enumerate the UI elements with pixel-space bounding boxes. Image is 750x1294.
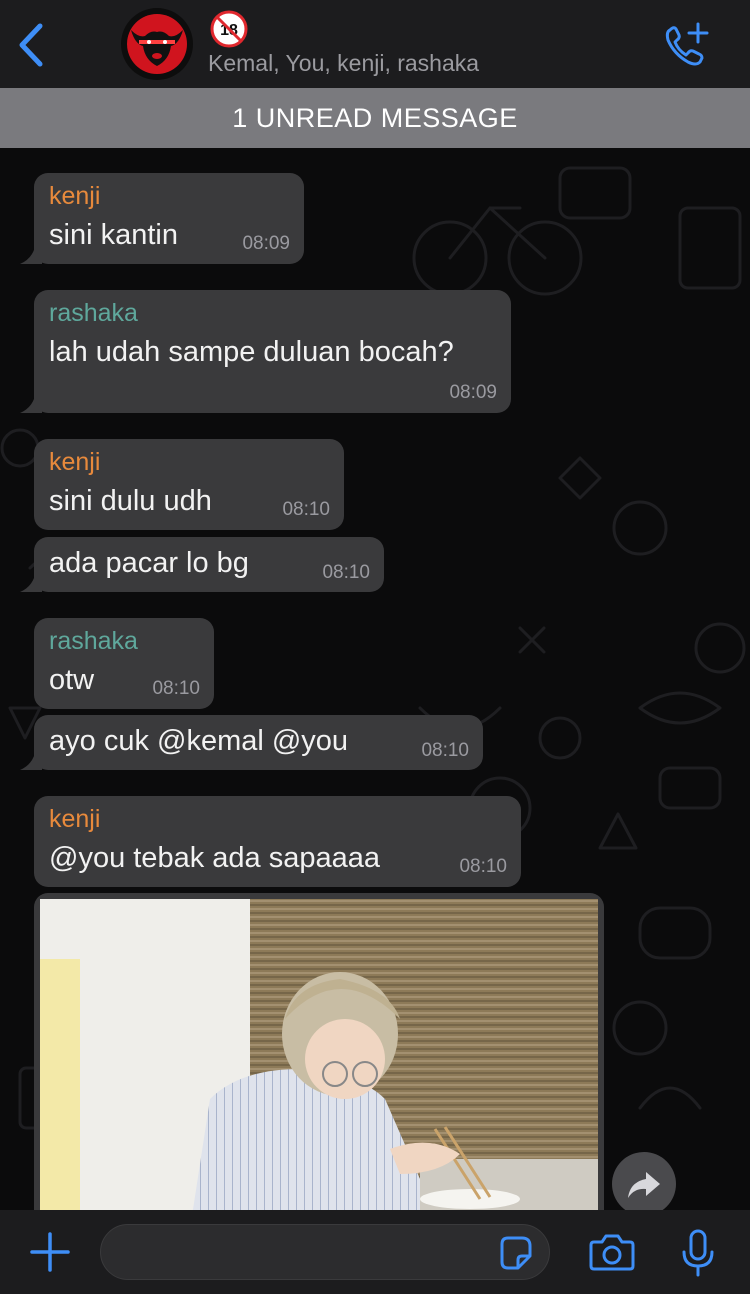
media-message-bubble[interactable] xyxy=(34,893,604,1210)
message-bubble[interactable]: rashaka otw 08:10 xyxy=(34,618,214,709)
attach-button[interactable] xyxy=(28,1230,72,1274)
message-text: otw xyxy=(49,664,95,696)
message-text: lah udah sampe duluan bocah? xyxy=(49,336,454,368)
message-bubble[interactable]: kenji @you tebak ada sapaaaa 08:10 xyxy=(34,796,521,887)
camera-button[interactable] xyxy=(588,1230,636,1274)
group-members-subtitle[interactable]: Kemal, You, kenji, rashaka xyxy=(208,50,479,77)
forward-button[interactable] xyxy=(612,1152,676,1210)
add-call-button[interactable] xyxy=(660,20,714,70)
back-button[interactable] xyxy=(14,22,54,68)
message-text: sini dulu udh xyxy=(49,485,212,517)
message-time: 08:09 xyxy=(449,382,497,403)
unread-messages-banner: 1 UNREAD MESSAGE xyxy=(0,88,750,148)
message-bubble[interactable]: kenji sini kantin 08:09 xyxy=(20,173,304,264)
sender-name: rashaka xyxy=(49,299,138,327)
chat-header: 18 Kemal, You, kenji, rashaka xyxy=(0,0,750,88)
message-text: ayo cuk @kemal @you xyxy=(49,725,349,757)
sender-name: rashaka xyxy=(49,627,138,655)
sender-name: kenji xyxy=(49,805,101,833)
message-text: @you tebak ada sapaaaa xyxy=(49,842,380,874)
phone-plus-icon xyxy=(665,22,709,66)
plus-icon xyxy=(30,1232,70,1272)
sender-name: kenji xyxy=(49,182,101,210)
message-composer-bar xyxy=(0,1210,750,1294)
message-bubble[interactable]: ayo cuk @kemal @you 08:10 xyxy=(20,715,483,770)
message-time: 08:09 xyxy=(242,233,290,254)
forward-arrow-icon xyxy=(628,1172,660,1198)
message-time: 08:10 xyxy=(322,562,370,583)
message-bubble[interactable]: rashaka lah udah sampe duluan bocah? 08:… xyxy=(20,290,511,413)
message-bubble[interactable]: ada pacar lo bg 08:10 xyxy=(20,537,384,592)
chat-area[interactable]: kenji sini kantin 08:09 rashaka lah udah… xyxy=(0,148,750,1210)
sticker-button[interactable] xyxy=(496,1234,534,1272)
bubble-tail xyxy=(20,242,42,264)
message-text: ada pacar lo bg xyxy=(49,547,249,579)
voice-message-button[interactable] xyxy=(680,1228,716,1278)
message-time: 08:10 xyxy=(152,678,200,699)
group-name-badge[interactable]: 18 xyxy=(210,10,248,48)
bull-logo-image xyxy=(121,8,193,80)
bubble-tail xyxy=(20,391,42,413)
sticker-icon xyxy=(500,1236,532,1270)
video-thumbnail-image[interactable] xyxy=(40,899,598,1210)
bubble-tail xyxy=(20,748,42,770)
message-time: 08:10 xyxy=(421,740,469,761)
group-avatar[interactable] xyxy=(121,8,193,80)
message-bubble[interactable]: kenji sini dulu udh 08:10 xyxy=(34,439,344,530)
chevron-left-icon xyxy=(19,23,43,67)
no-under-18-icon: 18 xyxy=(210,10,248,48)
message-text: sini kantin xyxy=(49,219,178,251)
camera-icon xyxy=(589,1234,635,1271)
message-time: 08:10 xyxy=(459,856,507,877)
message-time: 08:10 xyxy=(282,499,330,520)
message-input[interactable] xyxy=(100,1224,550,1280)
sender-name: kenji xyxy=(49,448,101,476)
bubble-tail xyxy=(20,570,42,592)
microphone-icon xyxy=(682,1229,714,1277)
